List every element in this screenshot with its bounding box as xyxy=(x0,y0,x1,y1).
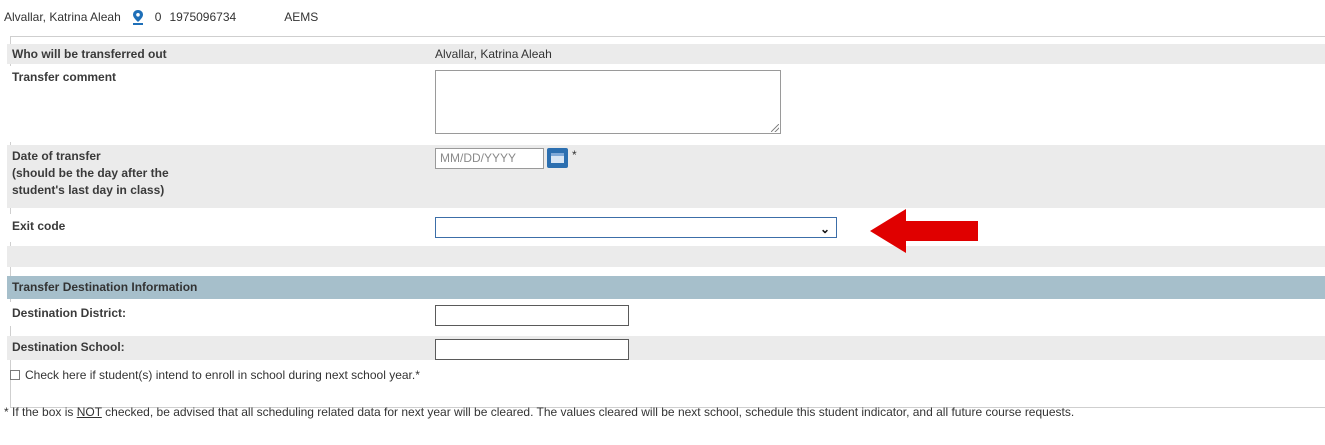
destination-district-row: Destination District: xyxy=(7,302,1325,326)
enroll-checkbox-row[interactable]: Check here if student(s) intend to enrol… xyxy=(10,368,420,382)
red-arrow-icon xyxy=(870,209,978,253)
date-of-transfer-input[interactable]: MM/DD/YYYY xyxy=(435,148,544,169)
student-name: Alvallar, Katrina Aleah xyxy=(4,10,121,24)
enroll-checkbox-label: Check here if student(s) intend to enrol… xyxy=(25,368,420,382)
destination-school-input[interactable] xyxy=(435,339,629,360)
date-label-line2: (should be the day after the xyxy=(12,166,169,180)
section-title: Transfer Destination Information xyxy=(12,280,198,294)
date-placeholder: MM/DD/YYYY xyxy=(440,151,517,165)
date-label-line3: student's last day in class) xyxy=(12,183,165,197)
spacer-row xyxy=(7,246,1325,267)
note-suffix: checked, be advised that all scheduling … xyxy=(101,405,1075,419)
required-marker: * xyxy=(572,148,577,162)
enroll-checkbox[interactable] xyxy=(10,370,20,380)
exit-code-label: Exit code xyxy=(12,219,66,233)
transfer-destination-header: Transfer Destination Information xyxy=(7,276,1325,299)
who-row: Who will be transferred out Alvallar, Ka… xyxy=(7,44,1325,64)
transfer-comment-textarea[interactable] xyxy=(435,70,781,134)
location-pin-icon[interactable] xyxy=(131,9,145,25)
comment-row: Transfer comment xyxy=(7,66,1325,142)
exit-code-select[interactable]: ⌄ xyxy=(435,217,837,238)
resize-grip-icon[interactable] xyxy=(771,124,779,132)
note-emphasis: NOT xyxy=(76,405,102,419)
school-code: AEMS xyxy=(284,10,319,24)
student-id: 1975096734 xyxy=(169,10,237,24)
date-row: Date of transfer (should be the day afte… xyxy=(7,145,1325,208)
destination-district-label: Destination District: xyxy=(12,306,127,320)
date-label: Date of transfer (should be the day afte… xyxy=(12,148,169,199)
who-label: Who will be transferred out xyxy=(12,47,167,61)
destination-school-row: Destination School: xyxy=(7,336,1325,360)
date-label-line1: Date of transfer xyxy=(12,149,101,163)
count-value: 0 xyxy=(154,10,162,24)
chevron-down-icon: ⌄ xyxy=(819,222,830,236)
calendar-icon[interactable] xyxy=(547,148,568,168)
destination-district-input[interactable] xyxy=(435,305,629,326)
student-header: Alvallar, Katrina Aleah 0 1975096734 AEM… xyxy=(4,9,318,25)
note-prefix: * If the box is xyxy=(4,405,77,419)
clear-data-note: * If the box is NOT checked, be advised … xyxy=(4,405,1074,419)
exit-code-row: Exit code ⌄ xyxy=(7,214,1325,242)
who-value: Alvallar, Katrina Aleah xyxy=(435,47,552,61)
destination-school-label: Destination School: xyxy=(12,340,125,354)
comment-label: Transfer comment xyxy=(12,70,117,84)
